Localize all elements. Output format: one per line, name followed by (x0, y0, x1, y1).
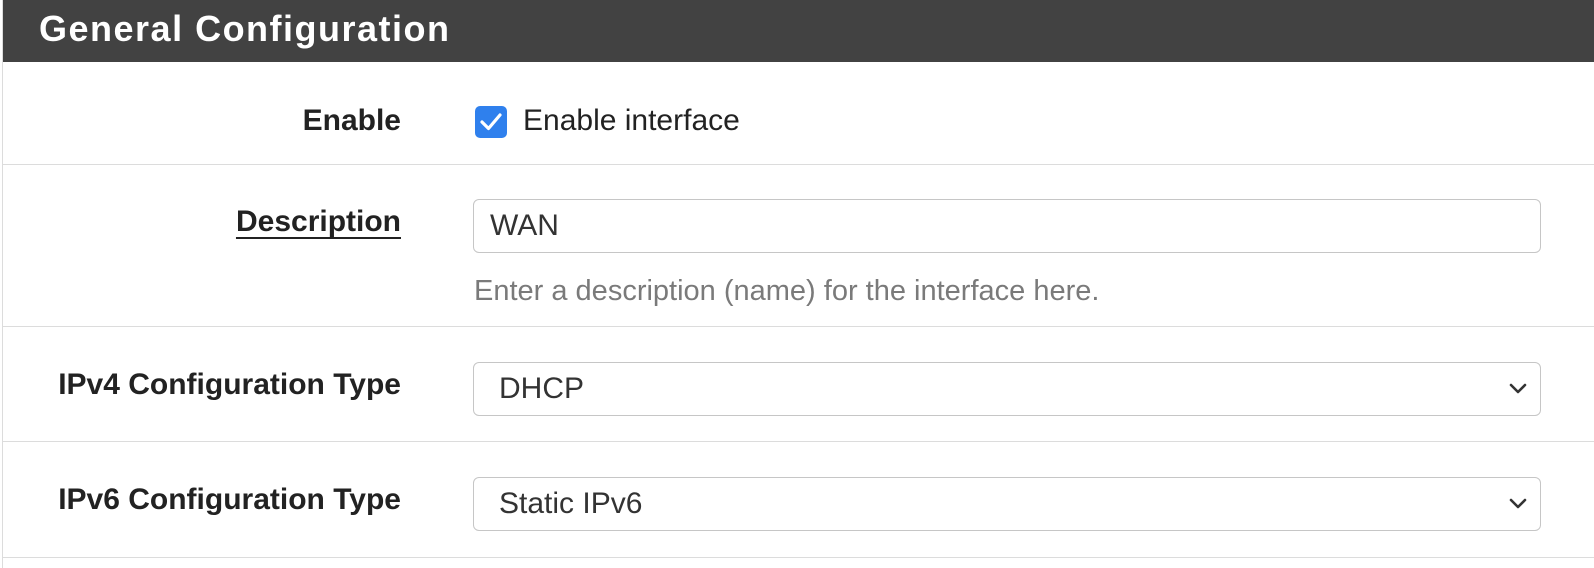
enable-row: Enable Enable interface (3, 62, 1594, 165)
ipv4-config-type-select[interactable]: DHCP (473, 362, 1541, 416)
ipv4-selected-value: DHCP (499, 372, 585, 405)
ipv4-label: IPv4 Configuration Type (58, 368, 401, 401)
description-help-text: Enter a description (name) for the inter… (474, 275, 1100, 307)
chevron-down-icon (1509, 383, 1527, 394)
description-row: Description Enter a description (name) f… (3, 165, 1594, 327)
ipv6-config-type-select[interactable]: Static IPv6 (473, 477, 1541, 531)
enable-interface-label[interactable]: Enable interface (523, 103, 740, 139)
description-label: Description (235, 205, 401, 238)
panel-header: General Configuration (3, 0, 1594, 62)
description-input[interactable] (473, 199, 1541, 253)
enable-label: Enable (302, 104, 401, 137)
ipv6-row: IPv6 Configuration Type Static IPv6 (3, 442, 1594, 558)
chevron-down-icon (1509, 498, 1527, 509)
ipv6-label: IPv6 Configuration Type (58, 483, 401, 516)
ipv6-selected-value: Static IPv6 (499, 487, 643, 520)
enable-interface-checkbox[interactable] (475, 106, 507, 138)
panel-title: General Configuration (39, 8, 451, 49)
checkmark-icon (480, 113, 502, 131)
ipv4-row: IPv4 Configuration Type DHCP (3, 327, 1594, 442)
general-configuration-panel: General Configuration Enable Enable inte… (2, 0, 1594, 568)
